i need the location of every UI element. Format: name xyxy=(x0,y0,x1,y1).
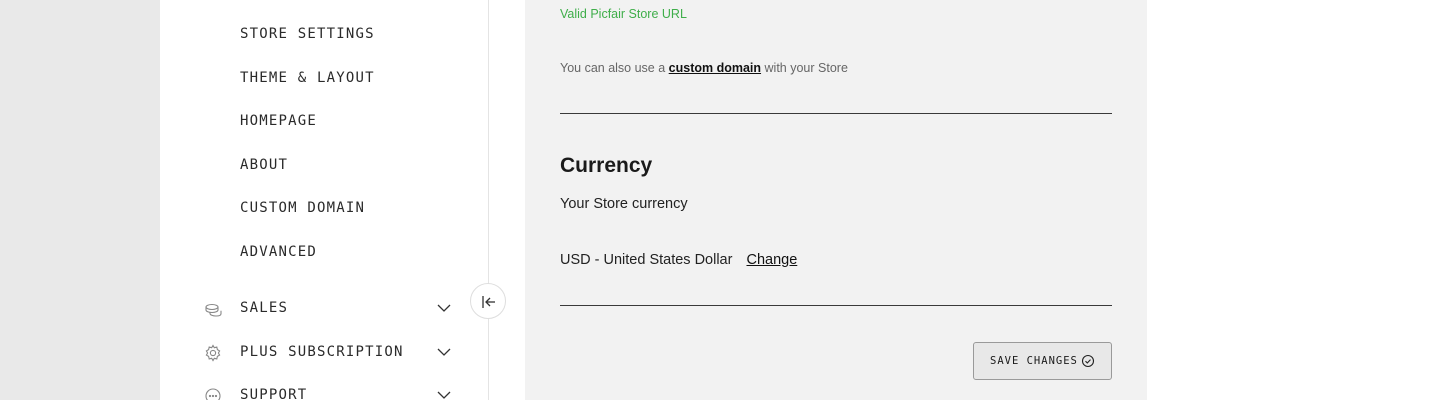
sidebar-item-advanced[interactable]: ADVANCED xyxy=(240,244,317,260)
currency-row: USD - United States Dollar Change xyxy=(560,252,797,268)
sidebar-section-label: PLUS SUBSCRIPTION xyxy=(240,344,404,360)
sidebar-item-homepage[interactable]: HOMEPAGE xyxy=(240,113,317,129)
save-changes-button[interactable]: SAVE CHANGES xyxy=(973,342,1112,380)
custom-domain-note: You can also use a custom domain with yo… xyxy=(560,61,848,75)
chevron-down-icon xyxy=(437,304,451,312)
divider xyxy=(560,305,1112,306)
coins-icon xyxy=(205,303,222,317)
url-valid-message: Valid Picfair Store URL xyxy=(560,7,687,21)
currency-value: USD - United States Dollar xyxy=(560,252,733,268)
page: STORE SETTINGS THEME & LAYOUT HOMEPAGE A… xyxy=(160,0,1440,400)
domain-note-suffix: with your Store xyxy=(764,61,848,75)
settings-panel: Valid Picfair Store URL You can also use… xyxy=(525,0,1147,400)
sidebar-section-label: SUPPORT xyxy=(240,387,308,400)
custom-domain-link[interactable]: custom domain xyxy=(669,61,761,75)
sidebar: STORE SETTINGS THEME & LAYOUT HOMEPAGE A… xyxy=(160,0,489,400)
sidebar-section-sales[interactable]: SALES xyxy=(204,298,454,320)
change-currency-link[interactable]: Change xyxy=(746,252,797,268)
chevron-down-icon xyxy=(437,391,451,399)
check-circle-icon xyxy=(1081,354,1095,368)
gear-icon xyxy=(205,344,221,362)
divider xyxy=(560,113,1112,114)
sidebar-item-store-settings[interactable]: STORE SETTINGS xyxy=(240,26,375,42)
sidebar-section-label: SALES xyxy=(240,300,289,316)
sidebar-section-plus-subscription[interactable]: PLUS SUBSCRIPTION xyxy=(204,342,454,364)
collapse-sidebar-button[interactable] xyxy=(470,283,506,319)
currency-subheading: Your Store currency xyxy=(560,196,688,212)
currency-heading: Currency xyxy=(560,154,653,177)
sidebar-item-custom-domain[interactable]: CUSTOM DOMAIN xyxy=(240,200,365,216)
save-changes-label: SAVE CHANGES xyxy=(990,355,1078,367)
collapse-left-icon xyxy=(482,296,495,308)
domain-note-prefix: You can also use a xyxy=(560,61,666,75)
sidebar-section-support[interactable]: SUPPORT xyxy=(204,385,454,400)
sidebar-item-about[interactable]: ABOUT xyxy=(240,157,288,173)
chevron-down-icon xyxy=(437,348,451,356)
chat-icon xyxy=(205,388,221,400)
sidebar-item-theme-layout[interactable]: THEME & LAYOUT xyxy=(240,70,375,86)
